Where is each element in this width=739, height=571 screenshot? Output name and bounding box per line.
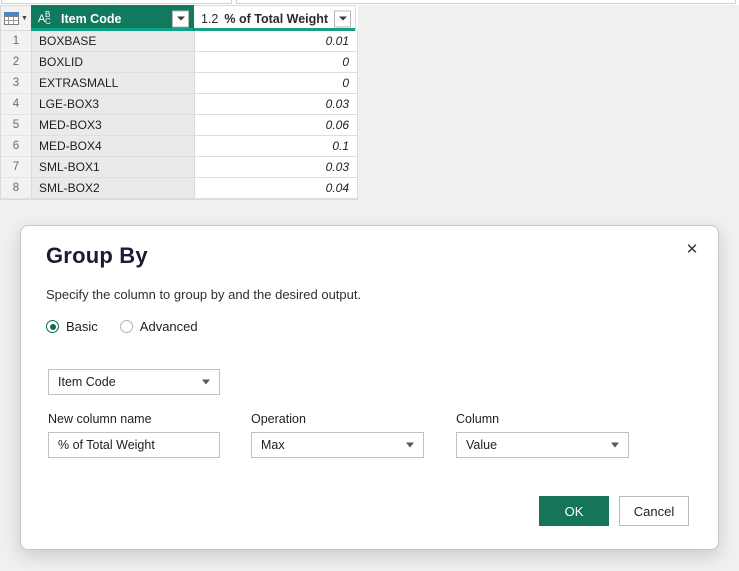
cell-pct-total-weight[interactable]: 0.04 [195, 178, 357, 199]
cell-item-code[interactable]: LGE-BOX3 [32, 94, 195, 115]
dialog-title: Group By [46, 243, 148, 268]
cell-pct-total-weight[interactable]: 0.06 [195, 115, 357, 136]
cell-pct-total-weight[interactable]: 0.1 [195, 136, 357, 157]
chevron-down-icon [611, 442, 619, 448]
cell-item-code[interactable]: MED-BOX3 [32, 115, 195, 136]
column-dropdown[interactable]: Value [456, 432, 629, 458]
ok-button[interactable]: OK [539, 496, 609, 526]
group-by-column-dropdown[interactable]: Item Code [48, 369, 220, 395]
formula-bar-left-segment [1, 0, 232, 4]
row-number: 3 [1, 73, 32, 94]
radio-label-advanced: Advanced [139, 319, 198, 334]
chevron-down-icon [338, 16, 347, 21]
label-new-column-name: New column name [48, 412, 152, 426]
operation-dropdown[interactable]: Max [251, 432, 424, 458]
mode-radio-group: Basic Advanced [46, 319, 198, 334]
table-row[interactable]: 6 MED-BOX4 0.1 [1, 136, 357, 157]
cell-pct-total-weight[interactable]: 0.03 [195, 94, 357, 115]
table-row[interactable]: 5 MED-BOX3 0.06 [1, 115, 357, 136]
label-operation: Operation [251, 412, 306, 426]
row-number: 8 [1, 178, 32, 199]
row-number: 6 [1, 136, 32, 157]
table-icon [4, 11, 20, 25]
cell-item-code[interactable]: EXTRASMALL [32, 73, 195, 94]
new-column-name-value: % of Total Weight [58, 438, 155, 452]
chevron-down-icon: ▼ [21, 14, 28, 22]
chevron-down-icon [176, 16, 185, 21]
grid-body: 1 BOXBASE 0.01 2 BOXLID 0 3 EXTRASMALL 0 4 LGE-BOX… [0, 31, 358, 200]
operation-value: Max [261, 438, 285, 452]
column-header-label: % of Total Weight [224, 11, 329, 26]
cell-item-code[interactable]: MED-BOX4 [32, 136, 195, 157]
column-accent-underline [194, 28, 355, 31]
cell-item-code[interactable]: BOXBASE [32, 31, 195, 52]
grid-corner-table-button[interactable]: ▼ [0, 5, 31, 31]
radio-indicator-basic [46, 320, 59, 333]
cell-pct-total-weight[interactable]: 0 [195, 52, 357, 73]
column-header-pct-total-weight[interactable]: 1.2 % of Total Weight [194, 5, 356, 31]
column-header-item-code[interactable]: ABC Item Code [31, 5, 194, 31]
radio-indicator-advanced [119, 320, 133, 333]
radio-label-basic: Basic [66, 319, 98, 334]
row-number: 5 [1, 115, 32, 136]
close-icon[interactable]: ✕ [678, 236, 706, 262]
table-row[interactable]: 4 LGE-BOX3 0.03 [1, 94, 357, 115]
chevron-down-icon [406, 442, 414, 448]
cell-item-code[interactable]: SML-BOX1 [32, 157, 195, 178]
column-active-underline [31, 28, 193, 31]
column-filter-button-pct-total-weight[interactable] [334, 10, 351, 27]
new-column-name-input[interactable]: % of Total Weight [48, 432, 220, 458]
data-grid: ▼ ABC Item Code 1.2 % of Total Weight 1B… [0, 5, 358, 200]
column-header-label: Item Code [61, 11, 122, 26]
table-row[interactable]: 7 SML-BOX1 0.03 [1, 157, 357, 178]
row-number: 4 [1, 94, 32, 115]
formula-bar-right-segment [236, 0, 736, 4]
grid-header-row: ▼ ABC Item Code 1.2 % of Total Weight [0, 5, 358, 31]
cell-pct-total-weight[interactable]: 0 [195, 73, 357, 94]
table-row[interactable]: 1 BOXBASE 0.01 [1, 31, 357, 52]
table-row[interactable]: 3 EXTRASMALL 0 [1, 73, 357, 94]
cancel-button[interactable]: Cancel [619, 496, 689, 526]
cell-item-code[interactable]: SML-BOX2 [32, 178, 195, 199]
radio-basic[interactable]: Basic [46, 319, 98, 334]
label-column: Column [456, 412, 500, 426]
table-row[interactable]: 8 SML-BOX2 0.04 [1, 178, 357, 199]
row-number: 1 [1, 31, 32, 52]
row-number: 2 [1, 52, 32, 73]
row-number: 7 [1, 157, 32, 178]
radio-advanced[interactable]: Advanced [119, 319, 198, 334]
cell-pct-total-weight[interactable]: 0.01 [195, 31, 357, 52]
cell-pct-total-weight[interactable]: 0.03 [195, 157, 357, 178]
cell-item-code[interactable]: BOXLID [32, 52, 195, 73]
table-row[interactable]: 2 BOXLID 0 [1, 52, 357, 73]
column-value: Value [466, 438, 498, 452]
chevron-down-icon [202, 379, 210, 385]
abc-text-type-icon: ABC [38, 9, 51, 26]
decimal-number-type-icon: 1.2 [201, 11, 219, 26]
column-filter-button-item-code[interactable] [172, 10, 189, 27]
group-by-column-value: Item Code [58, 375, 116, 389]
app-root: ▼ ABC Item Code 1.2 % of Total Weight 1B… [0, 0, 739, 571]
dialog-subtitle: Specify the column to group by and the d… [46, 287, 362, 302]
